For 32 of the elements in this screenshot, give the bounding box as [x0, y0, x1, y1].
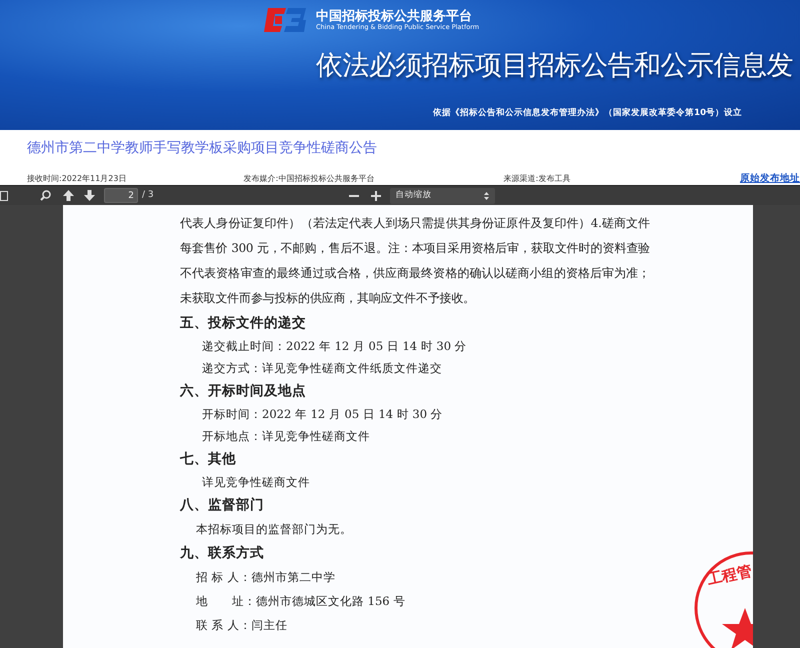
publish-media: 发布媒介:中国招标投标公共服务平台	[244, 173, 376, 186]
document-line: 联 系 人：闫主任	[196, 617, 288, 634]
page-total: / 3	[142, 188, 154, 202]
arrow-up-icon[interactable]	[63, 190, 74, 201]
arrow-down-icon[interactable]	[84, 190, 95, 201]
banner-headline: 依法必须招标项目招标公告和公示信息发	[315, 49, 794, 83]
select-caret-icon	[484, 192, 489, 200]
document-line: 递交方式：详见竞争性磋商文件纸质文件递交	[202, 360, 442, 377]
document-line: 地 址：德州市德城区文化路 156 号	[196, 593, 406, 610]
document-line: 递交截止时间：2022 年 12 月 05 日 14 时 30 分	[202, 338, 467, 355]
section-heading: 八、监督部门	[180, 496, 264, 515]
document-line: 详见竞争性磋商文件	[202, 474, 310, 491]
zoom-in-icon[interactable]	[370, 190, 381, 200]
zoom-select[interactable]: 自动缩放	[390, 188, 495, 204]
section-heading: 七、其他	[180, 450, 236, 469]
document-line: 开标时间：2022 年 12 月 05 日 14 时 30 分	[202, 406, 443, 423]
section-heading: 五、投标文件的递交	[180, 314, 306, 333]
section-heading: 六、开标时间及地点	[180, 382, 306, 401]
received-time: 接收时间:2022年11月23日	[27, 173, 128, 186]
banner-basis-text: 依据《招标公告和公示信息发布管理办法》（国家发展改革委令第10号）设立	[432, 106, 743, 120]
page-number-field[interactable]: 2	[104, 188, 138, 203]
document-line: 招 标 人：德州市第二中学	[196, 569, 336, 586]
original-link[interactable]: 原始发布地址	[740, 172, 800, 186]
notice-title: 德州市第二中学教师手写教学板采购项目竞争性磋商公告	[27, 139, 378, 158]
document-paragraph: 代表人身份证复印件）（若法定代表人到场只需提供其身份证原件及复印件）4.磋商文件每套售价 300 元，不邮购，售后不退。注：本项目采用资格后审，获取文件时的资料查验不代表资格审查的最终通过或合格，供应商最终资格的确认以磋商小组的资格后审为准；未获取文件而参与投标的供应商，其响应文件不予接收。	[180, 215, 650, 307]
section-heading: 九、联系方式	[180, 544, 264, 563]
document-line: 开标地点：详见竞争性磋商文件	[202, 428, 370, 445]
sidebar-toggle-icon[interactable]	[0, 190, 8, 200]
document-line: 本招标项目的监督部门为无。	[196, 521, 352, 538]
logo-title: 中国招标投标公共服务平台	[316, 8, 473, 24]
source-channel: 来源渠道:发布工具	[504, 173, 572, 186]
search-icon[interactable]	[40, 190, 51, 201]
